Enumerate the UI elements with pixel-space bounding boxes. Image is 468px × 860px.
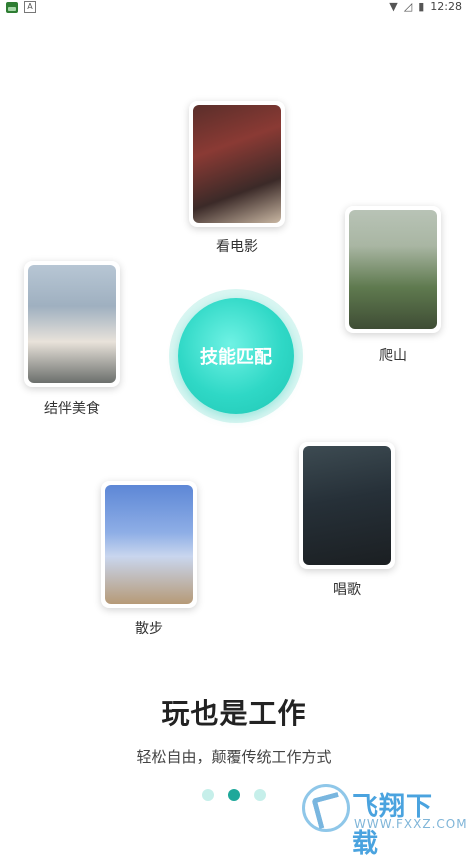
page-title: 玩也是工作: [161, 697, 307, 730]
photo-hiking: [349, 210, 437, 329]
skill-match-label: 技能匹配: [200, 347, 272, 368]
card-movie[interactable]: [189, 101, 285, 227]
card-singing[interactable]: [299, 442, 395, 569]
card-hiking[interactable]: [345, 206, 441, 333]
label-movie: 看电影: [216, 239, 258, 255]
page-subtitle: 轻松自由，颠覆传统工作方式: [136, 748, 332, 766]
app-icon: [6, 1, 18, 13]
card-food[interactable]: [24, 261, 120, 387]
label-singing: 唱歌: [333, 582, 361, 598]
label-walk: 散步: [135, 621, 163, 637]
photo-movie: [193, 105, 281, 223]
photo-food: [28, 265, 116, 383]
label-hiking: 爬山: [379, 348, 407, 364]
photo-singing: [303, 446, 391, 565]
photo-walk: [105, 485, 193, 604]
skill-match-button[interactable]: 技能匹配: [178, 298, 294, 414]
a-notification-icon: A: [24, 1, 36, 13]
watermark-logo-icon: [302, 784, 350, 832]
label-food: 结伴美食: [44, 401, 100, 417]
wifi-icon: ▼: [389, 0, 398, 13]
battery-icon: ▮: [418, 0, 425, 13]
page-dot-1[interactable]: [202, 789, 214, 801]
watermark: 飞翔下载 WWW.FXXZ.COM: [302, 784, 467, 859]
card-walk[interactable]: [101, 481, 197, 608]
status-time: 12:28: [430, 0, 462, 13]
page-dot-3[interactable]: [254, 789, 266, 801]
page-dot-2[interactable]: [228, 789, 240, 801]
status-bar: A ▼ ◿ ▮ 12:28: [0, 0, 468, 14]
no-signal-icon: ◿: [403, 0, 413, 13]
watermark-url: WWW.FXXZ.COM: [354, 817, 468, 831]
